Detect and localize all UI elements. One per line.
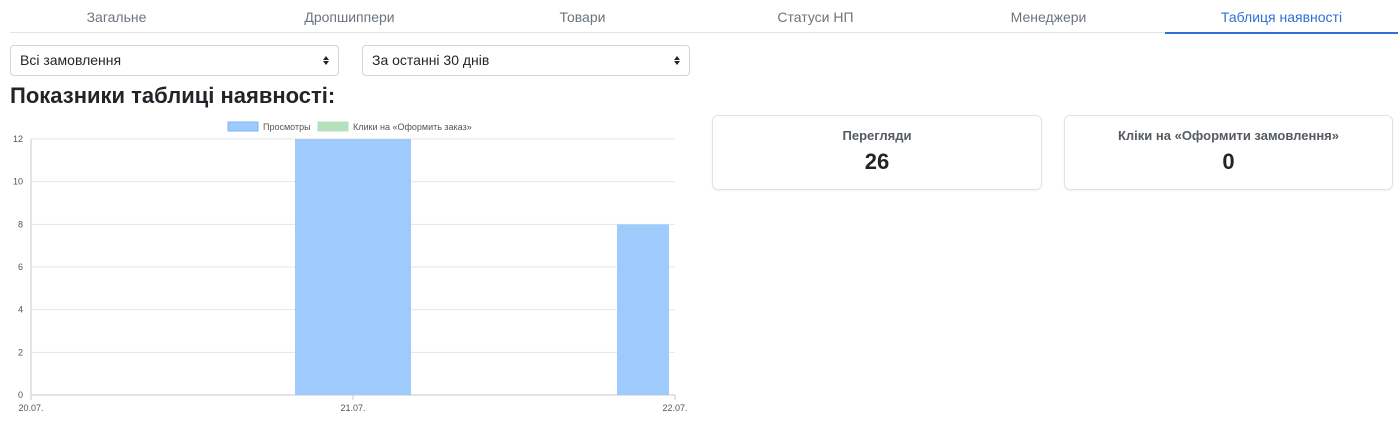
y-tick-label: 0 <box>18 390 23 400</box>
y-tick-label: 10 <box>13 177 23 187</box>
x-tick-label: 21.07. <box>340 403 365 413</box>
y-tick-label: 6 <box>18 262 23 272</box>
views-stat-label: Перегляди <box>842 128 912 143</box>
period-filter-value: За останні 30 днів <box>372 52 490 68</box>
clicks-stat-value: 0 <box>1222 149 1235 174</box>
views-stat-card: Перегляди 26 <box>712 115 1042 190</box>
period-filter-select[interactable]: За останні 30 днів <box>362 45 690 76</box>
tab-products[interactable]: Товари <box>466 0 699 34</box>
y-tick-label: 2 <box>18 347 23 357</box>
legend-label: Клики на «Оформить заказ» <box>353 122 472 132</box>
legend-label: Просмотры <box>263 122 311 132</box>
views-stat-value: 26 <box>864 149 890 174</box>
tab-availability-table[interactable]: Таблиця наявності <box>1165 0 1398 34</box>
chart-bar <box>295 139 411 395</box>
y-tick-label: 8 <box>18 219 23 229</box>
tab-dropshippers[interactable]: Дропшиппери <box>233 0 466 34</box>
clicks-stat-label: Кліки на «Оформити замовлення» <box>1117 128 1339 143</box>
x-tick-label: 20.07. <box>18 403 43 413</box>
tab-managers[interactable]: Менеджери <box>932 0 1165 34</box>
select-caret-icon <box>323 54 329 67</box>
page-title: Показники таблиці наявності: <box>10 83 336 108</box>
tab-np-statuses[interactable]: Статуси НП <box>699 0 932 34</box>
availability-bar-chart: 0 2 4 6 8 10 12 20.07. 21.07. 22.07. Просмотры Кли… <box>13 121 688 413</box>
tab-general[interactable]: Загальне <box>0 0 233 34</box>
orders-filter-value: Всі замовлення <box>20 52 122 68</box>
select-caret-icon <box>674 54 680 67</box>
orders-filter-select[interactable]: Всі замовлення <box>10 45 339 76</box>
legend-swatch <box>227 121 259 132</box>
y-tick-label: 4 <box>18 305 23 315</box>
y-tick-label: 12 <box>13 134 23 144</box>
legend-swatch <box>317 121 349 132</box>
navigation-tabs: Загальне Дропшиппери Товари Статуси НП М… <box>0 0 1400 34</box>
clicks-stat-card: Кліки на «Оформити замовлення» 0 <box>1064 115 1393 190</box>
chart-bar <box>617 224 669 395</box>
x-tick-label: 22.07. <box>662 403 687 413</box>
